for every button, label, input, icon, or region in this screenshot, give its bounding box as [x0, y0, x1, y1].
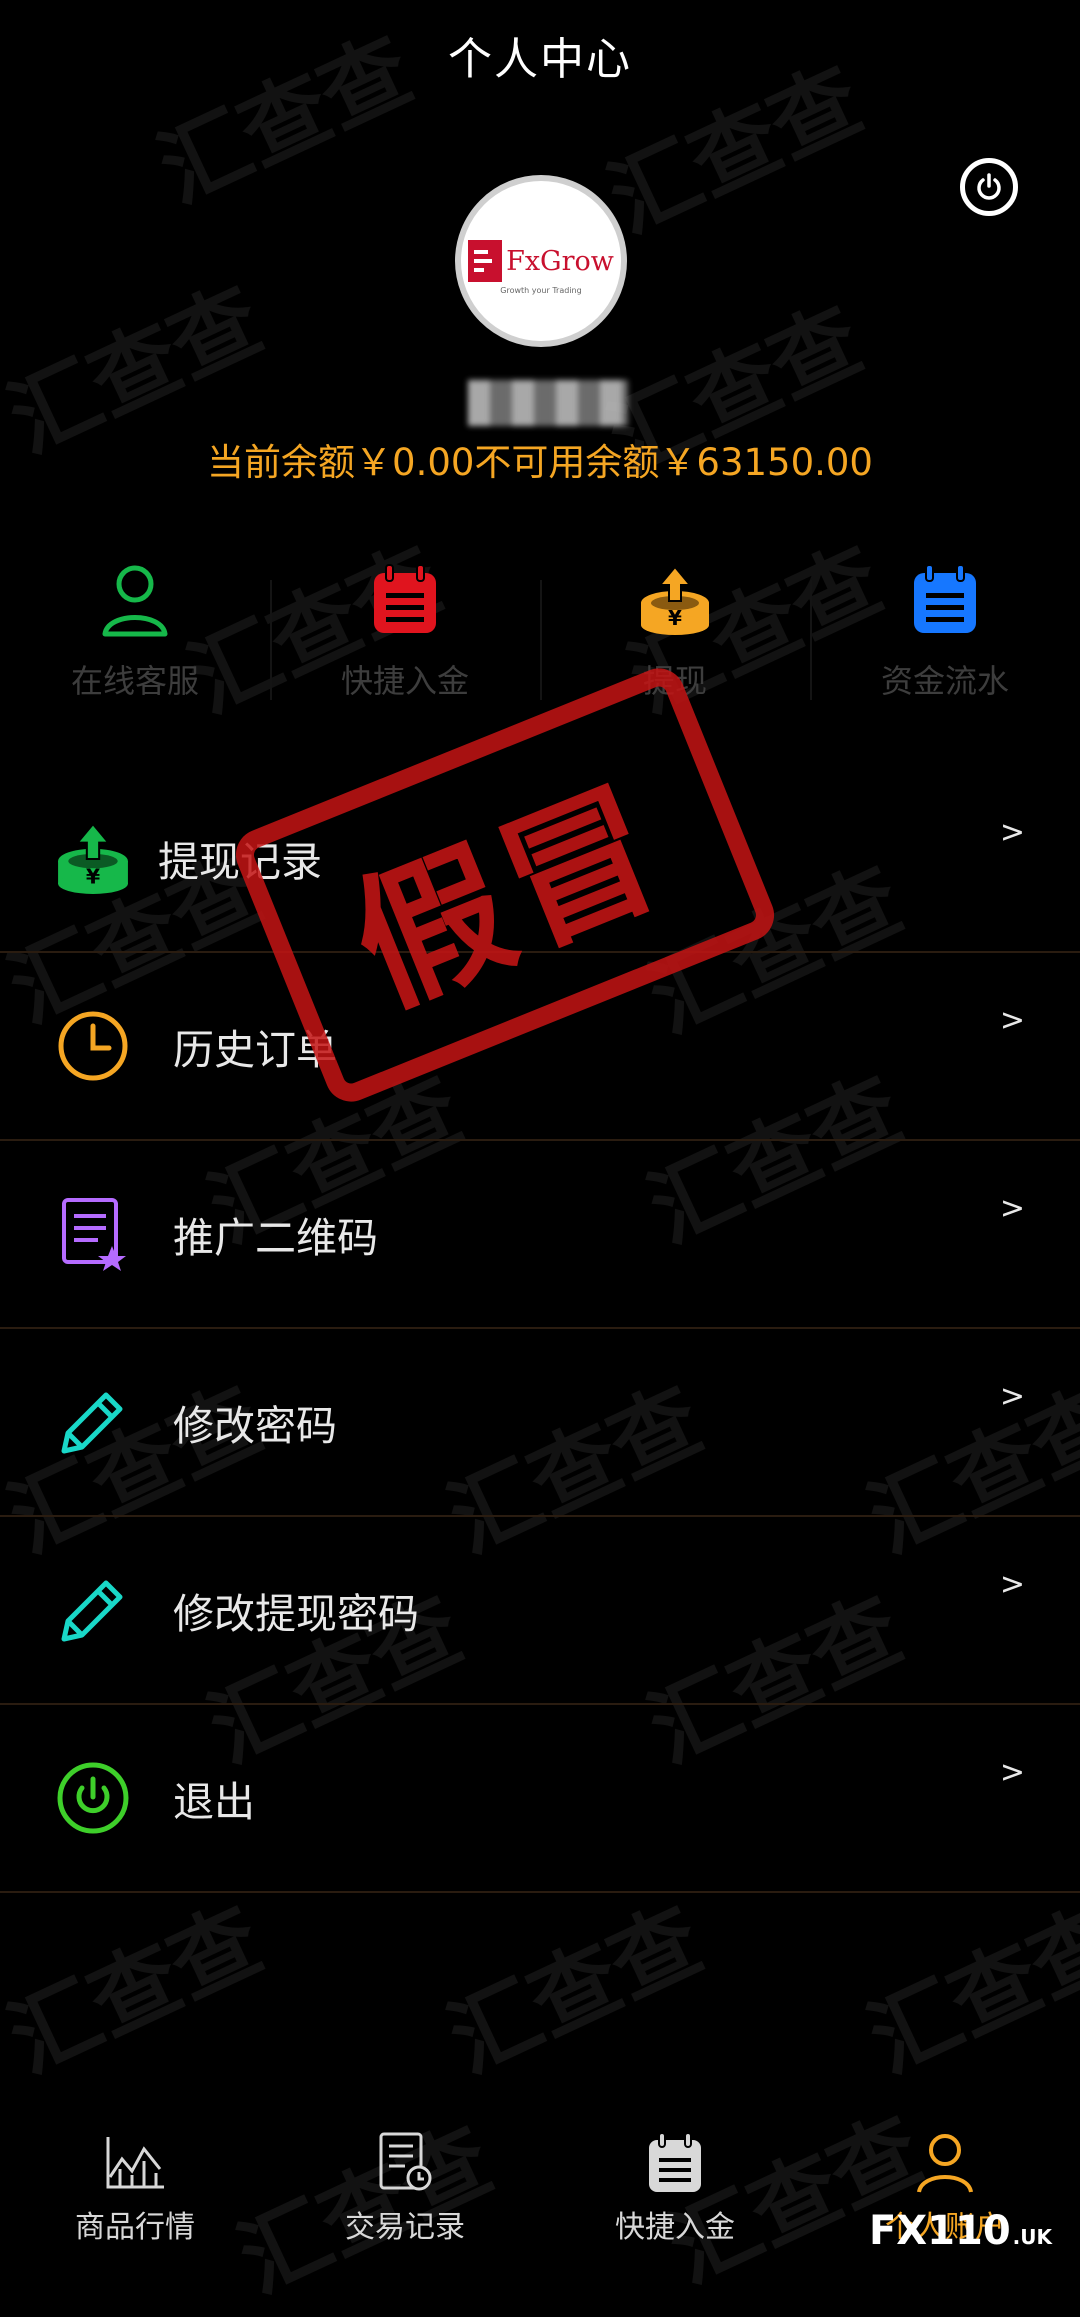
quick-action-customer-service[interactable]: 在线客服: [0, 560, 270, 720]
menu-item-promo-qrcode[interactable]: 推广二维码 >: [0, 1141, 1080, 1329]
quick-action-label: 快捷入金: [340, 662, 469, 700]
pencil-icon: [55, 1384, 131, 1460]
calendar-icon: [642, 2130, 708, 2196]
menu-item-label: 推广二维码: [173, 1214, 378, 1262]
menu-item-label: 历史订单: [173, 1026, 337, 1074]
clock-icon: [55, 1008, 131, 1084]
page-title: 个人中心: [448, 34, 632, 85]
withdraw-icon: ¥: [635, 560, 715, 640]
chart-icon: [102, 2130, 168, 2196]
tab-label: 快捷入金: [615, 2210, 735, 2245]
chevron-right-icon: >: [999, 1191, 1025, 1226]
chevron-right-icon: >: [999, 1379, 1025, 1414]
tab-label: 交易记录: [345, 2210, 465, 2245]
tab-label: 个人账户: [885, 2210, 1005, 2245]
svg-text:¥: ¥: [86, 865, 101, 889]
menu-item-withdraw-record[interactable]: ¥ 提现记录 >: [0, 765, 1080, 953]
tab-label: 商品行情: [75, 2210, 195, 2245]
power-icon: [55, 1760, 131, 1836]
menu-item-logout[interactable]: 退出 >: [0, 1705, 1080, 1893]
tab-personal-account[interactable]: 个人账户: [810, 2110, 1080, 2262]
svg-text:¥: ¥: [668, 606, 682, 630]
watermark: 汇查查: [0, 1887, 277, 2093]
menu-list: ¥ 提现记录 > 历史订单 > 推广二维码 > 修改密码 > 修改提现密码 > …: [0, 765, 1080, 1893]
tab-market[interactable]: 商品行情: [0, 2110, 270, 2262]
ledger-icon: [905, 560, 985, 640]
record-icon: [372, 2130, 438, 2196]
avatar: FxGrow Growth your Trading: [455, 175, 627, 347]
tab-quick-deposit[interactable]: 快捷入金: [540, 2110, 810, 2262]
balance-text: 当前余额￥0.00不可用余额￥63150.00: [207, 441, 873, 484]
menu-item-change-withdraw-password[interactable]: 修改提现密码 >: [0, 1517, 1080, 1705]
chevron-right-icon: >: [999, 1567, 1025, 1602]
top-bar: 个人中心: [0, 0, 1080, 110]
quick-actions: 在线客服 快捷入金 ¥ 提现 资金流水: [0, 560, 1080, 720]
logout-power-button[interactable]: [960, 158, 1018, 216]
quick-action-funds-flow[interactable]: 资金流水: [810, 560, 1080, 720]
logo-tagline: Growth your Trading: [500, 286, 582, 295]
menu-item-label: 退出: [173, 1778, 255, 1826]
user-icon: [95, 560, 175, 640]
menu-item-label: 修改密码: [173, 1402, 337, 1450]
bottom-tab-bar: 商品行情 交易记录 快捷入金 个人账户: [0, 2110, 1080, 2262]
chevron-right-icon: >: [999, 1003, 1025, 1038]
menu-item-label: 修改提现密码: [173, 1590, 419, 1638]
quick-action-label: 资金流水: [880, 662, 1009, 700]
menu-item-change-password[interactable]: 修改密码 >: [0, 1329, 1080, 1517]
menu-item-label: 提现记录: [158, 838, 322, 886]
logo-mark-icon: [468, 240, 503, 282]
quick-action-label: 提现: [642, 662, 707, 700]
person-icon: [912, 2130, 978, 2196]
pencil-icon: [55, 1572, 131, 1648]
watermark: 汇查查: [853, 1887, 1080, 2093]
power-icon: [977, 173, 1001, 200]
brand-logo: FxGrow: [468, 240, 614, 282]
watermark: 汇查查: [433, 1887, 717, 2093]
calendar-icon: [365, 560, 445, 640]
menu-item-history-orders[interactable]: 历史订单 >: [0, 953, 1080, 1141]
chevron-right-icon: >: [999, 1755, 1025, 1790]
withdraw-record-icon: ¥: [55, 820, 131, 896]
document-star-icon: [55, 1196, 131, 1272]
chevron-right-icon: >: [999, 815, 1025, 850]
logo-text: FxGrow: [506, 245, 614, 277]
quick-action-label: 在线客服: [70, 662, 199, 700]
username-blurred: [468, 380, 628, 426]
quick-action-deposit[interactable]: 快捷入金: [270, 560, 540, 720]
quick-action-withdraw[interactable]: ¥ 提现: [540, 560, 810, 720]
tab-trade-records[interactable]: 交易记录: [270, 2110, 540, 2262]
